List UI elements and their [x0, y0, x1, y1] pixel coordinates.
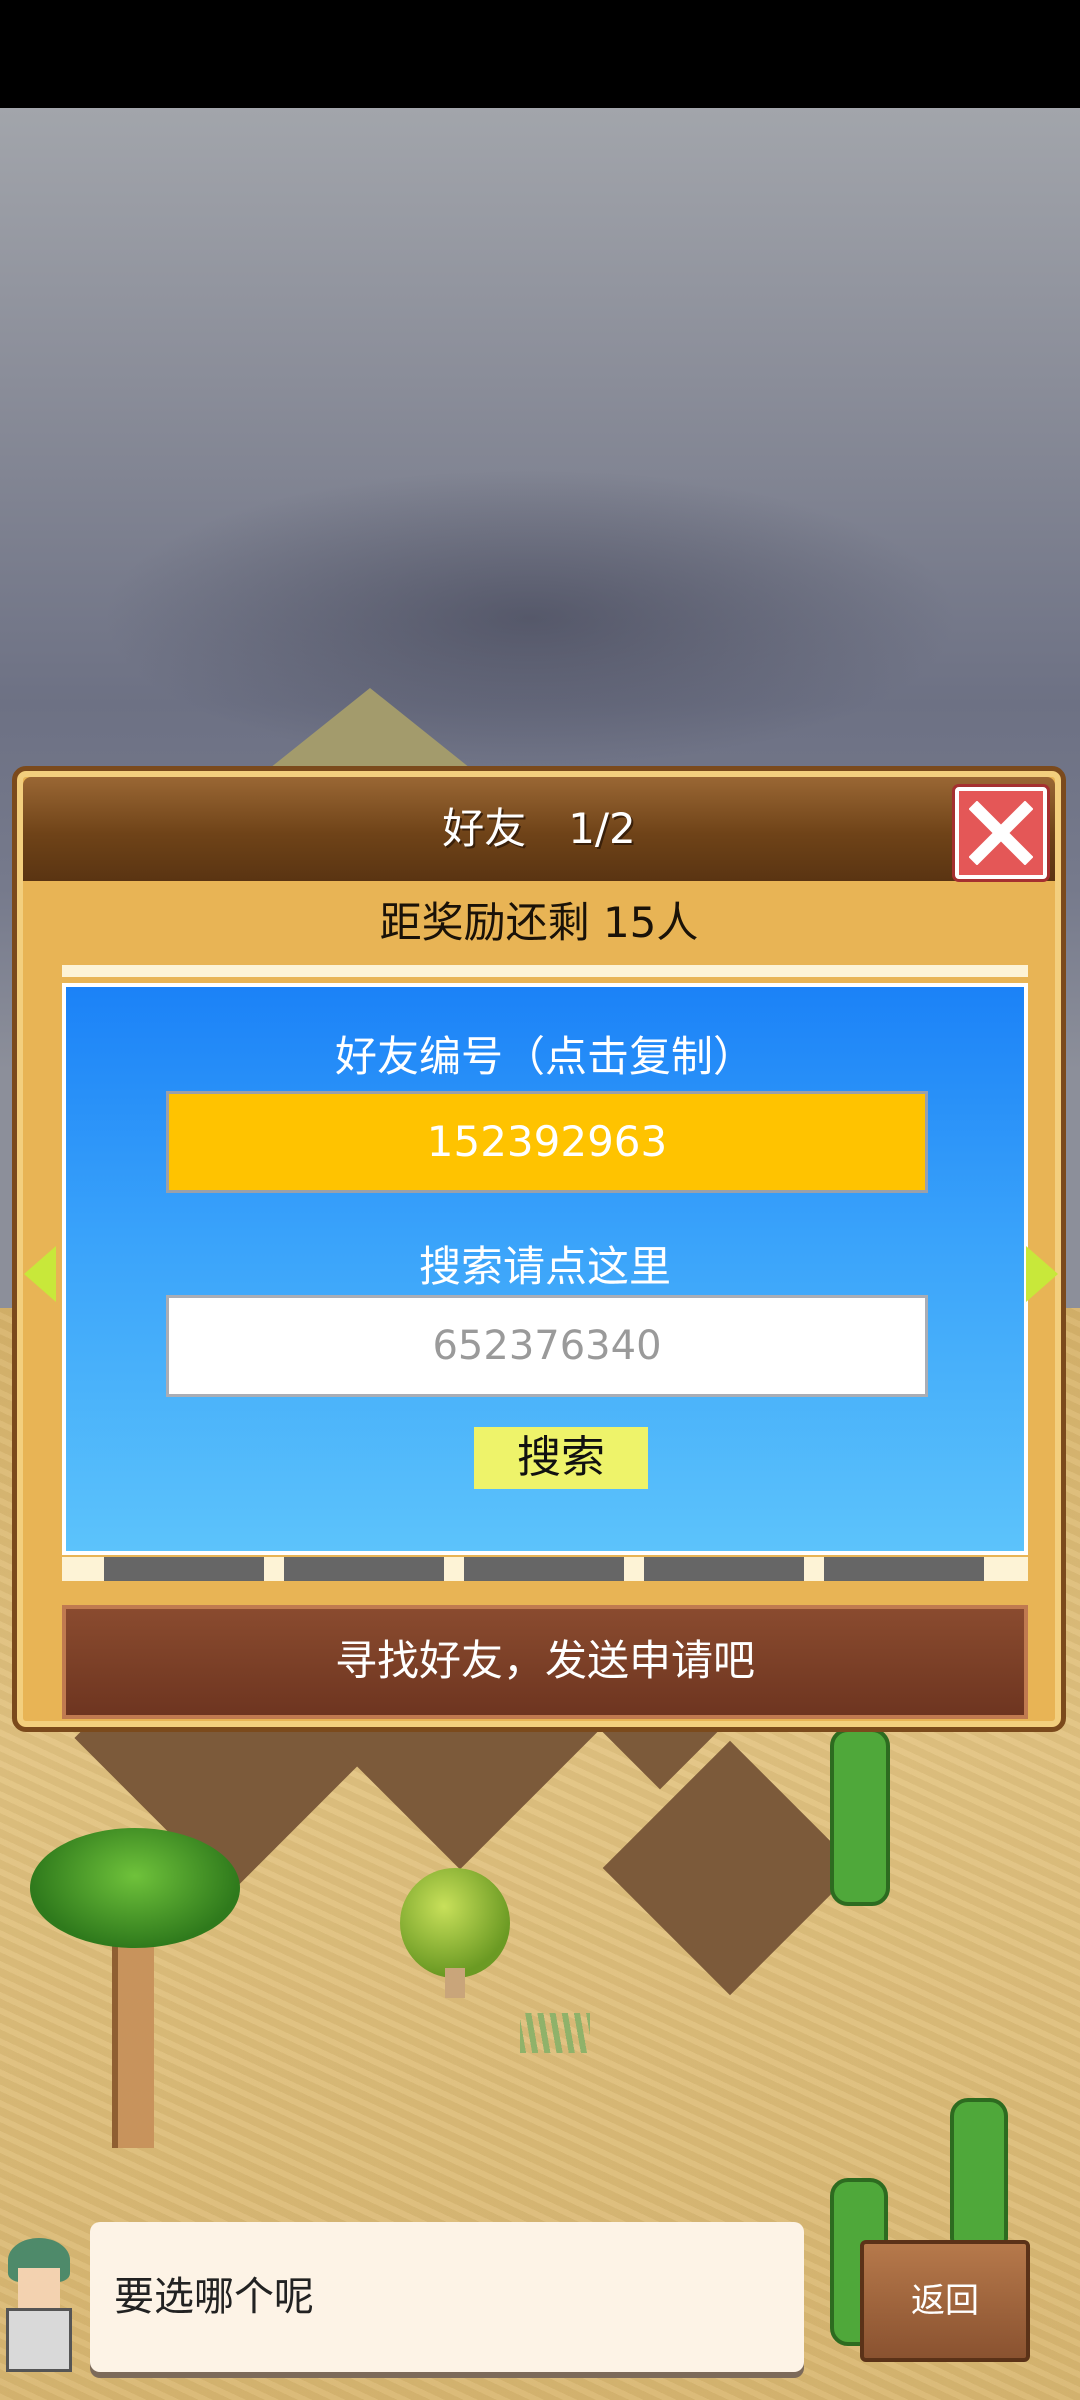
friend-slot[interactable] [464, 1557, 624, 1581]
slot-strip-bottom [62, 1557, 1028, 1581]
slot-strip-top [62, 965, 1028, 977]
friend-slot[interactable] [284, 1557, 444, 1581]
back-button[interactable]: 返回 [860, 2240, 1030, 2362]
speech-bubble: 要选哪个呢 [90, 2222, 804, 2372]
dialog-header: 好友 1/2 [23, 777, 1055, 881]
cactus [830, 1728, 890, 1906]
friend-search-input[interactable] [166, 1295, 928, 1397]
status-bar [0, 0, 1080, 108]
cactus [950, 2098, 1008, 2256]
friend-id-label: 好友编号（点击复制） [334, 1032, 755, 1081]
close-button[interactable] [955, 787, 1047, 879]
search-label: 搜索请点这里 [418, 1242, 671, 1291]
dialog-title: 好友 1/2 [442, 804, 636, 853]
npc-body [6, 2308, 72, 2372]
find-friends-button[interactable]: 寻找好友，发送申请吧 [62, 1605, 1028, 1719]
friend-slot[interactable] [644, 1557, 804, 1581]
next-page-arrow-icon[interactable] [1026, 1246, 1058, 1302]
search-button[interactable]: 搜索 [474, 1427, 648, 1489]
reward-remaining-text: 距奖励还剩 15人 [379, 898, 699, 947]
close-icon [969, 801, 1033, 865]
npc-face [18, 2268, 60, 2308]
dirt-patch [602, 1740, 858, 1996]
bush [400, 1868, 510, 1978]
grass-tuft [520, 2013, 590, 2053]
friend-slot[interactable] [104, 1557, 264, 1581]
speech-text: 要选哪个呢 [114, 2274, 314, 2320]
previous-page-arrow-icon[interactable] [24, 1246, 56, 1302]
friend-id-copy-box[interactable]: 152392963 [166, 1091, 928, 1193]
friends-dialog: 好友 1/2 距奖励还剩 15人 好友编号（点击复制） 152392963 搜索… [12, 766, 1066, 1732]
friend-search-panel: 好友编号（点击复制） 152392963 搜索请点这里 搜索 [62, 983, 1028, 1555]
palm-tree-leaves [30, 1828, 240, 1948]
bush-trunk [445, 1968, 465, 1998]
friend-slot[interactable] [824, 1557, 984, 1581]
npc-avatar [0, 2228, 80, 2378]
